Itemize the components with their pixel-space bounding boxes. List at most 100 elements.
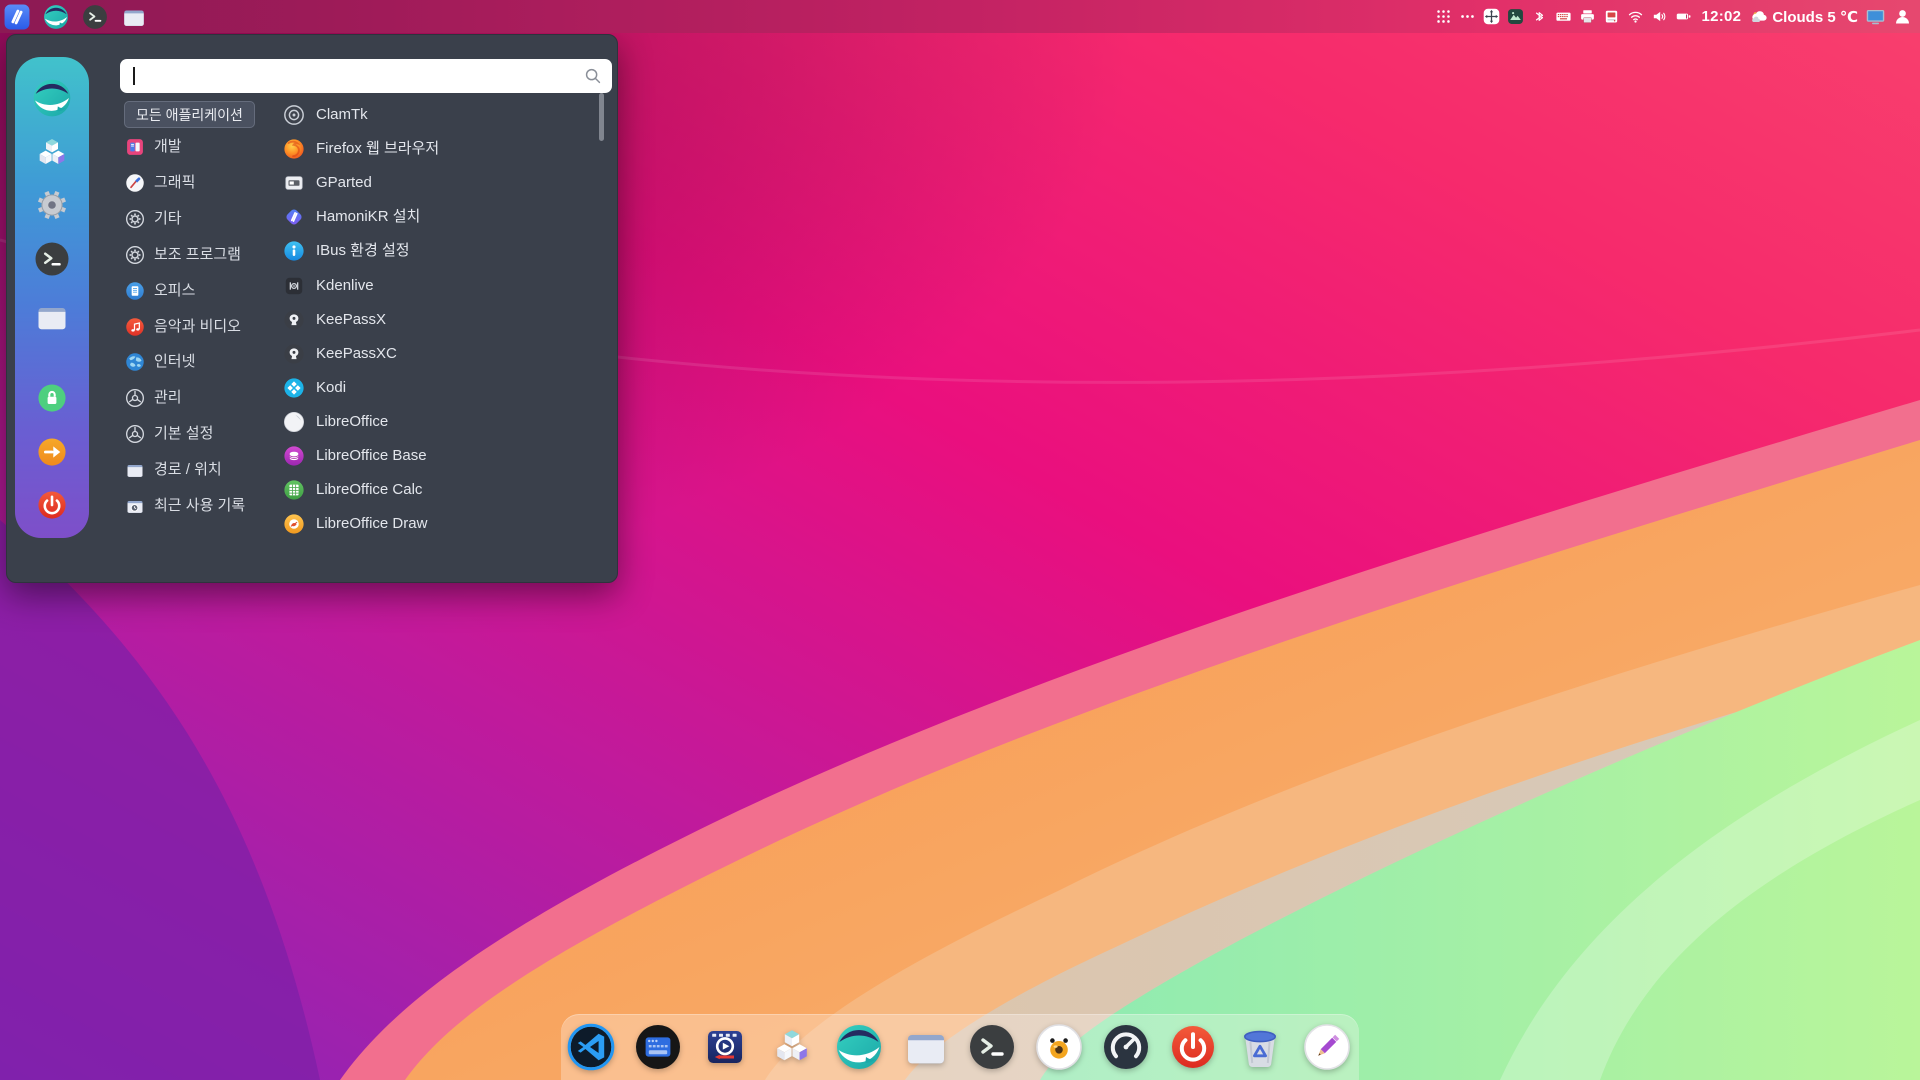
category-label: 음악과 비디오 xyxy=(154,312,241,342)
app-item[interactable]: LibreOffice Draw xyxy=(283,509,427,539)
clock[interactable]: 12:02 xyxy=(1701,8,1741,25)
category-label: 관리 xyxy=(154,383,182,413)
folderR-icon xyxy=(125,496,145,516)
app-label: GParted xyxy=(316,168,372,198)
weather-applet[interactable]: Clouds 5 ℃ xyxy=(1750,7,1858,26)
dock xyxy=(561,1014,1359,1080)
tray-user-account[interactable] xyxy=(1893,7,1912,26)
fox-icon xyxy=(283,138,305,160)
menu-fav-shutdown[interactable] xyxy=(37,490,68,521)
wheelO-icon xyxy=(125,388,145,408)
hkr-icon xyxy=(283,206,305,228)
category-label: 그래픽 xyxy=(154,168,195,198)
app-label: IBus 환경 설정 xyxy=(316,236,410,266)
dock-text-editor[interactable] xyxy=(1303,1023,1351,1071)
category-item[interactable]: 인터넷 xyxy=(125,347,195,377)
dock-whale-browser[interactable] xyxy=(835,1023,883,1071)
panel-terminal[interactable] xyxy=(82,4,108,30)
keep-icon xyxy=(283,343,305,365)
dock-input-method[interactable] xyxy=(634,1023,682,1071)
dock-shutdown[interactable] xyxy=(1169,1023,1217,1071)
app-item[interactable]: LibreOffice Calc xyxy=(283,475,422,505)
category-item[interactable]: 음악과 비디오 xyxy=(125,312,241,342)
tray-keyboard-layout[interactable] xyxy=(1555,8,1572,25)
category-label: 경로 / 위치 xyxy=(154,455,222,485)
app-label: HamoniKR 설치 xyxy=(316,202,420,232)
app-label: KeePassXC xyxy=(316,339,397,369)
tray-display-settings[interactable] xyxy=(1865,6,1886,27)
tray-volume[interactable] xyxy=(1651,8,1668,25)
dock-trash[interactable] xyxy=(1236,1023,1284,1071)
category-all-applications[interactable]: 모든 애플리케이션 xyxy=(124,101,255,128)
app-item[interactable]: Kdenlive xyxy=(283,271,374,301)
devSq-icon xyxy=(125,137,145,157)
app-item[interactable]: ClamTk xyxy=(283,100,368,130)
category-item[interactable]: 최근 사용 기록 xyxy=(125,491,245,521)
app-item[interactable]: KeePassXC xyxy=(283,339,397,369)
menu-favorites-sidebar xyxy=(15,57,89,538)
app-item[interactable]: LibreOffice Base xyxy=(283,441,427,471)
dock-terminal[interactable] xyxy=(968,1023,1016,1071)
lobase-icon xyxy=(283,445,305,467)
gparted-icon xyxy=(283,172,305,194)
panel-file-manager[interactable] xyxy=(121,4,147,30)
tray-scanner[interactable] xyxy=(1603,8,1620,25)
gearO-icon xyxy=(125,245,145,265)
menu-fav-file-manager[interactable] xyxy=(34,299,70,335)
app-item[interactable]: HamoniKR 설치 xyxy=(283,202,420,232)
app-label: LibreOffice Draw xyxy=(316,509,427,539)
tray-battery[interactable] xyxy=(1675,8,1692,25)
app-label: LibreOffice Base xyxy=(316,441,427,471)
menu-fav-terminal[interactable] xyxy=(34,241,70,277)
dock-duck-app[interactable] xyxy=(1035,1023,1083,1071)
dock-software-packages[interactable] xyxy=(768,1023,816,1071)
app-item[interactable]: IBus 환경 설정 xyxy=(283,236,410,266)
dock-system-monitor[interactable] xyxy=(1102,1023,1150,1071)
dock-media-player[interactable] xyxy=(701,1023,749,1071)
dock-file-manager[interactable] xyxy=(902,1023,950,1071)
category-item[interactable]: 그래픽 xyxy=(125,168,195,198)
dock-vscode[interactable] xyxy=(567,1023,615,1071)
category-label: 인터넷 xyxy=(154,347,195,377)
category-item[interactable]: 보조 프로그램 xyxy=(125,240,241,270)
category-item[interactable]: 기본 설정 xyxy=(125,419,213,449)
app-label: Firefox 웹 브라우저 xyxy=(316,134,439,164)
tray-app-grid[interactable] xyxy=(1435,8,1452,25)
weather-text: Clouds 5 ℃ xyxy=(1772,8,1858,26)
panel-menu-button[interactable] xyxy=(4,4,30,30)
app-item[interactable]: LibreOffice xyxy=(283,407,388,437)
menu-fav-lock-screen[interactable] xyxy=(37,383,68,414)
app-list-scrollbar[interactable] xyxy=(599,93,604,141)
category-item[interactable]: 오피스 xyxy=(125,276,195,306)
menu-fav-software-packages[interactable] xyxy=(32,133,72,173)
app-item[interactable]: Kodi xyxy=(283,373,346,403)
tray-wifi[interactable] xyxy=(1627,8,1644,25)
kodi-icon xyxy=(283,377,305,399)
search-input[interactable] xyxy=(120,59,612,93)
tray-printer[interactable] xyxy=(1579,8,1596,25)
globe-icon xyxy=(125,352,145,372)
category-label: 최근 사용 기록 xyxy=(154,491,245,521)
tray-overflow-menu[interactable] xyxy=(1459,8,1476,25)
category-item[interactable]: 관리 xyxy=(125,383,182,413)
menu-fav-logout[interactable] xyxy=(37,437,68,468)
app-item[interactable]: GParted xyxy=(283,168,372,198)
menu-fav-whale-browser[interactable] xyxy=(32,78,72,118)
category-item[interactable]: 개발 xyxy=(125,132,182,162)
category-item[interactable]: 기타 xyxy=(125,204,182,234)
category-label: 보조 프로그램 xyxy=(154,240,241,270)
tray-bluetooth[interactable] xyxy=(1531,8,1548,25)
top-panel: 12:02 Clouds 5 ℃ xyxy=(0,0,1920,33)
search-icon xyxy=(582,65,604,87)
category-item[interactable]: 경로 / 위치 xyxy=(125,455,222,485)
menu-fav-system-settings[interactable] xyxy=(33,186,71,224)
category-label: 개발 xyxy=(154,132,182,162)
localc-icon xyxy=(283,479,305,501)
tray-icons xyxy=(1435,8,1692,25)
app-item[interactable]: Firefox 웹 브라우저 xyxy=(283,134,439,164)
cloud-icon xyxy=(1750,7,1769,26)
panel-whale-browser[interactable] xyxy=(43,4,69,30)
tray-screenshot-tool[interactable] xyxy=(1507,8,1524,25)
app-item[interactable]: KeePassX xyxy=(283,305,386,335)
tray-move-tool[interactable] xyxy=(1483,8,1500,25)
